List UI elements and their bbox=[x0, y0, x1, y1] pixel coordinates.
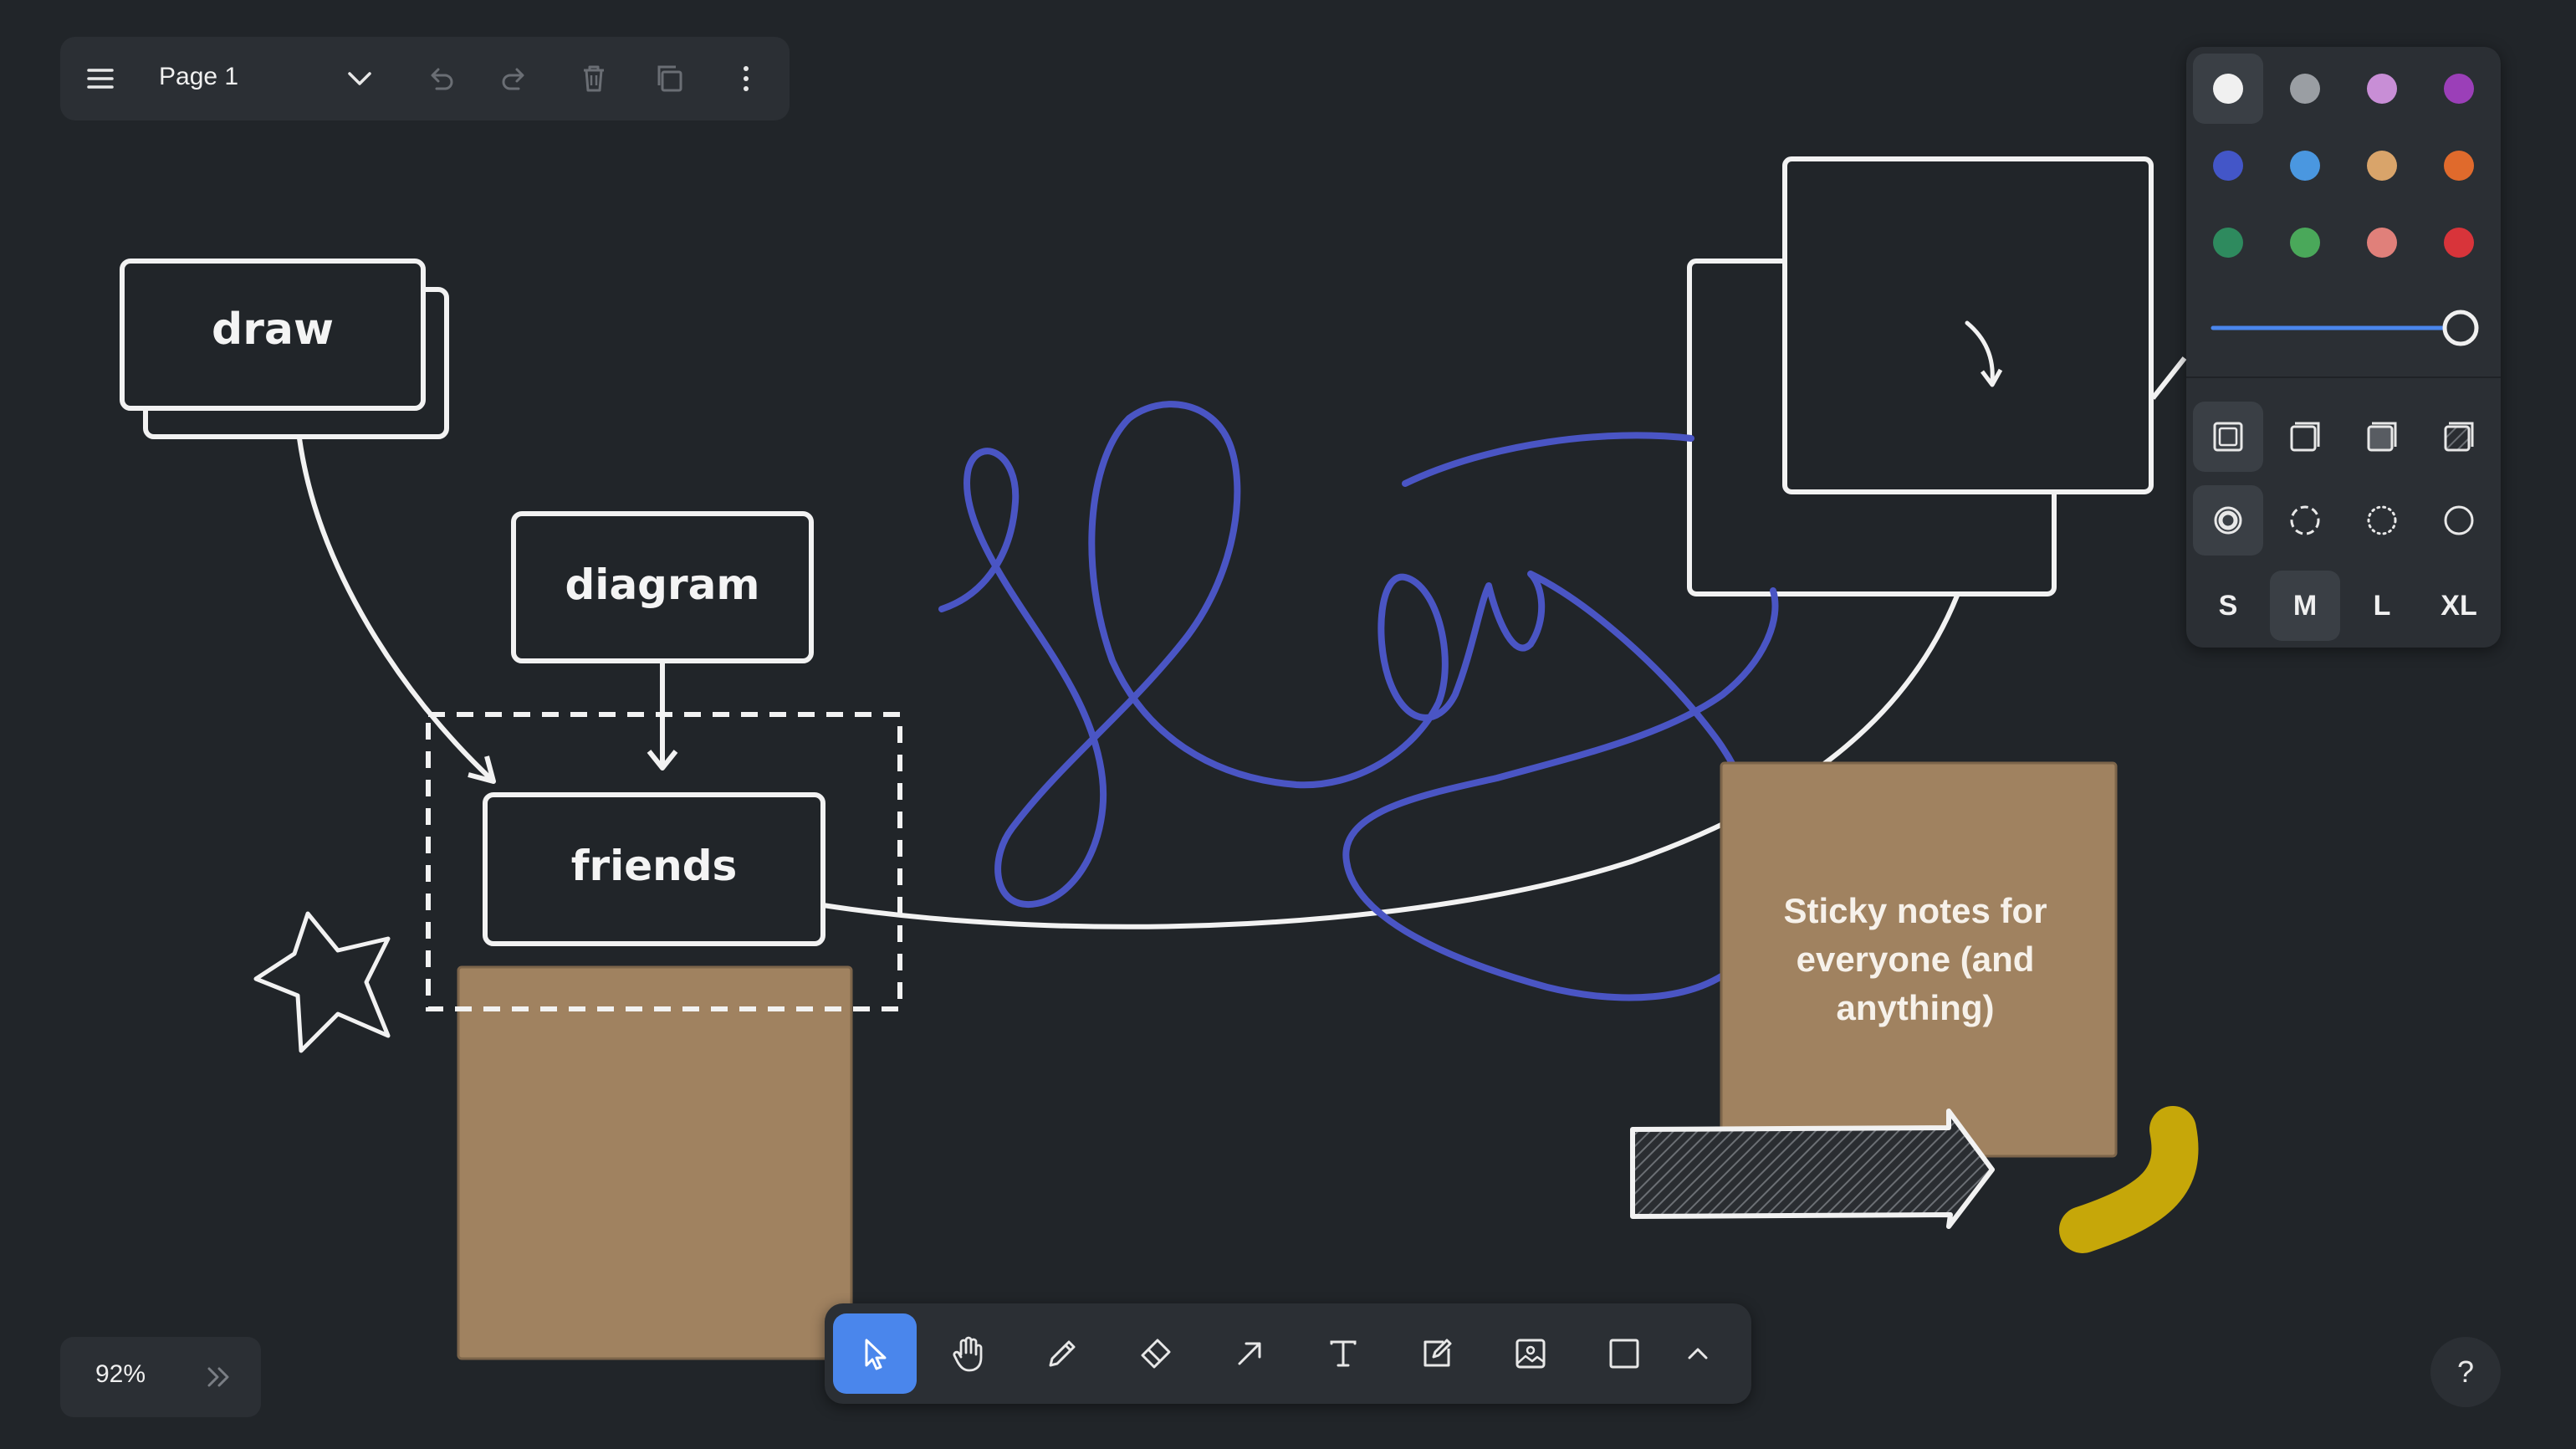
color-swatch-blue[interactable] bbox=[2193, 131, 2263, 201]
tool-text[interactable] bbox=[1301, 1313, 1385, 1394]
size-m-label: M bbox=[2292, 589, 2318, 622]
size-l-label: L bbox=[2373, 589, 2391, 622]
panel-divider bbox=[2186, 376, 2501, 378]
dash-dotted-option[interactable] bbox=[2347, 485, 2417, 556]
note-icon bbox=[1423, 1339, 1452, 1367]
sticky-note-blank[interactable] bbox=[457, 965, 853, 1360]
color-dot bbox=[2290, 228, 2320, 258]
color-dot bbox=[2367, 228, 2397, 258]
tool-arrow[interactable] bbox=[1208, 1313, 1291, 1394]
fill-none-icon bbox=[2213, 422, 2243, 452]
main-toolbar bbox=[825, 1303, 1751, 1404]
fill-semi-option[interactable] bbox=[2270, 402, 2340, 472]
color-swatch-light-violet[interactable] bbox=[2347, 54, 2417, 124]
hamburger-icon[interactable] bbox=[80, 59, 120, 99]
color-swatch-light-green[interactable] bbox=[2270, 207, 2340, 278]
hand-icon bbox=[953, 1336, 983, 1372]
diagram-label: diagram bbox=[565, 561, 760, 609]
fill-semi-icon bbox=[2290, 422, 2320, 452]
size-s-option[interactable]: S bbox=[2193, 571, 2263, 641]
dash-dashed-option[interactable] bbox=[2270, 485, 2340, 556]
blue-scribble-tail bbox=[1402, 432, 1694, 487]
blue-scribble[interactable] bbox=[938, 401, 1779, 1001]
color-dot bbox=[2444, 74, 2474, 104]
pencil-icon bbox=[1049, 1340, 1076, 1367]
zoom-panel: 92% bbox=[60, 1337, 261, 1417]
sticky-note-label: Sticky notes for everyone (and anything) bbox=[1783, 891, 2047, 1027]
tool-draw[interactable] bbox=[1020, 1313, 1104, 1394]
page-name[interactable]: Page 1 bbox=[159, 60, 238, 94]
dash-dotted-icon bbox=[2367, 505, 2397, 535]
color-dot bbox=[2213, 151, 2243, 181]
eraser-icon bbox=[1141, 1339, 1171, 1369]
help-button[interactable]: ? bbox=[2430, 1337, 2501, 1407]
color-swatch-violet[interactable] bbox=[2424, 54, 2494, 124]
chevron-down-icon[interactable] bbox=[340, 59, 380, 99]
color-dot bbox=[2213, 74, 2243, 104]
zoom-level[interactable]: 92% bbox=[95, 1360, 146, 1389]
hatched-arrow[interactable] bbox=[1630, 1109, 1995, 1229]
color-swatch-grey[interactable] bbox=[2270, 54, 2340, 124]
color-swatch-light-red[interactable] bbox=[2347, 207, 2417, 278]
star-shape[interactable] bbox=[253, 911, 391, 1053]
double-chevron-right-icon[interactable] bbox=[202, 1362, 236, 1392]
pointer-icon bbox=[865, 1339, 887, 1370]
tool-eraser[interactable] bbox=[1114, 1313, 1198, 1394]
fill-pattern-option[interactable] bbox=[2424, 402, 2494, 472]
trash-icon[interactable] bbox=[574, 59, 614, 99]
tool-rectangle[interactable] bbox=[1582, 1313, 1666, 1394]
friends-label: friends bbox=[570, 842, 738, 890]
chevron-up-icon bbox=[1688, 1348, 1708, 1359]
size-m-option[interactable]: M bbox=[2270, 571, 2340, 641]
style-panel: S M L XL bbox=[2186, 47, 2501, 648]
color-dot bbox=[2290, 74, 2320, 104]
color-dot bbox=[2444, 228, 2474, 258]
undo-icon[interactable] bbox=[420, 59, 460, 99]
color-swatch-light-blue[interactable] bbox=[2270, 131, 2340, 201]
dash-draw-option[interactable] bbox=[2193, 485, 2263, 556]
dash-draw-icon bbox=[2214, 506, 2242, 535]
tool-select[interactable] bbox=[833, 1313, 917, 1394]
fill-solid-option[interactable] bbox=[2347, 402, 2417, 472]
color-swatch-yellow[interactable] bbox=[2347, 131, 2417, 201]
tool-note[interactable] bbox=[1395, 1313, 1479, 1394]
fill-none-option[interactable] bbox=[2193, 402, 2263, 472]
duplicate-icon[interactable] bbox=[649, 59, 689, 99]
size-s-label: S bbox=[2218, 589, 2238, 622]
size-xl-label: XL bbox=[2441, 589, 2477, 622]
fill-solid-icon bbox=[2367, 422, 2397, 452]
color-swatch-red[interactable] bbox=[2424, 207, 2494, 278]
color-swatch-white[interactable] bbox=[2193, 54, 2263, 124]
size-xl-option[interactable]: XL bbox=[2424, 571, 2494, 641]
tool-hand[interactable] bbox=[927, 1313, 1010, 1394]
color-dot bbox=[2213, 228, 2243, 258]
size-l-option[interactable]: L bbox=[2347, 571, 2417, 641]
redo-icon[interactable] bbox=[495, 59, 535, 99]
image-icon bbox=[1515, 1339, 1546, 1369]
connector-stub bbox=[2150, 356, 2187, 400]
draw-label: draw bbox=[212, 305, 334, 355]
fill-pattern-icon bbox=[2444, 422, 2474, 452]
page-menu: Page 1 bbox=[60, 37, 790, 120]
color-dot bbox=[2290, 151, 2320, 181]
color-dot bbox=[2367, 151, 2397, 181]
color-dot bbox=[2367, 74, 2397, 104]
dash-solid-option[interactable] bbox=[2424, 485, 2494, 556]
dash-dashed-icon bbox=[2290, 505, 2320, 535]
dash-solid-icon bbox=[2444, 505, 2474, 535]
opacity-slider-thumb bbox=[2442, 310, 2479, 346]
color-swatch-orange[interactable] bbox=[2424, 131, 2494, 201]
opacity-slider[interactable] bbox=[2210, 306, 2486, 350]
more-vertical-icon[interactable] bbox=[726, 59, 766, 99]
arrow-icon bbox=[1238, 1342, 1261, 1365]
color-dot bbox=[2444, 151, 2474, 181]
text-icon bbox=[1330, 1340, 1357, 1367]
rectangle-icon bbox=[1609, 1339, 1639, 1369]
tool-asset[interactable] bbox=[1489, 1313, 1572, 1394]
tool-more[interactable] bbox=[1661, 1313, 1735, 1394]
color-swatch-green[interactable] bbox=[2193, 207, 2263, 278]
arrow-draw-to-friends[interactable] bbox=[297, 438, 493, 781]
